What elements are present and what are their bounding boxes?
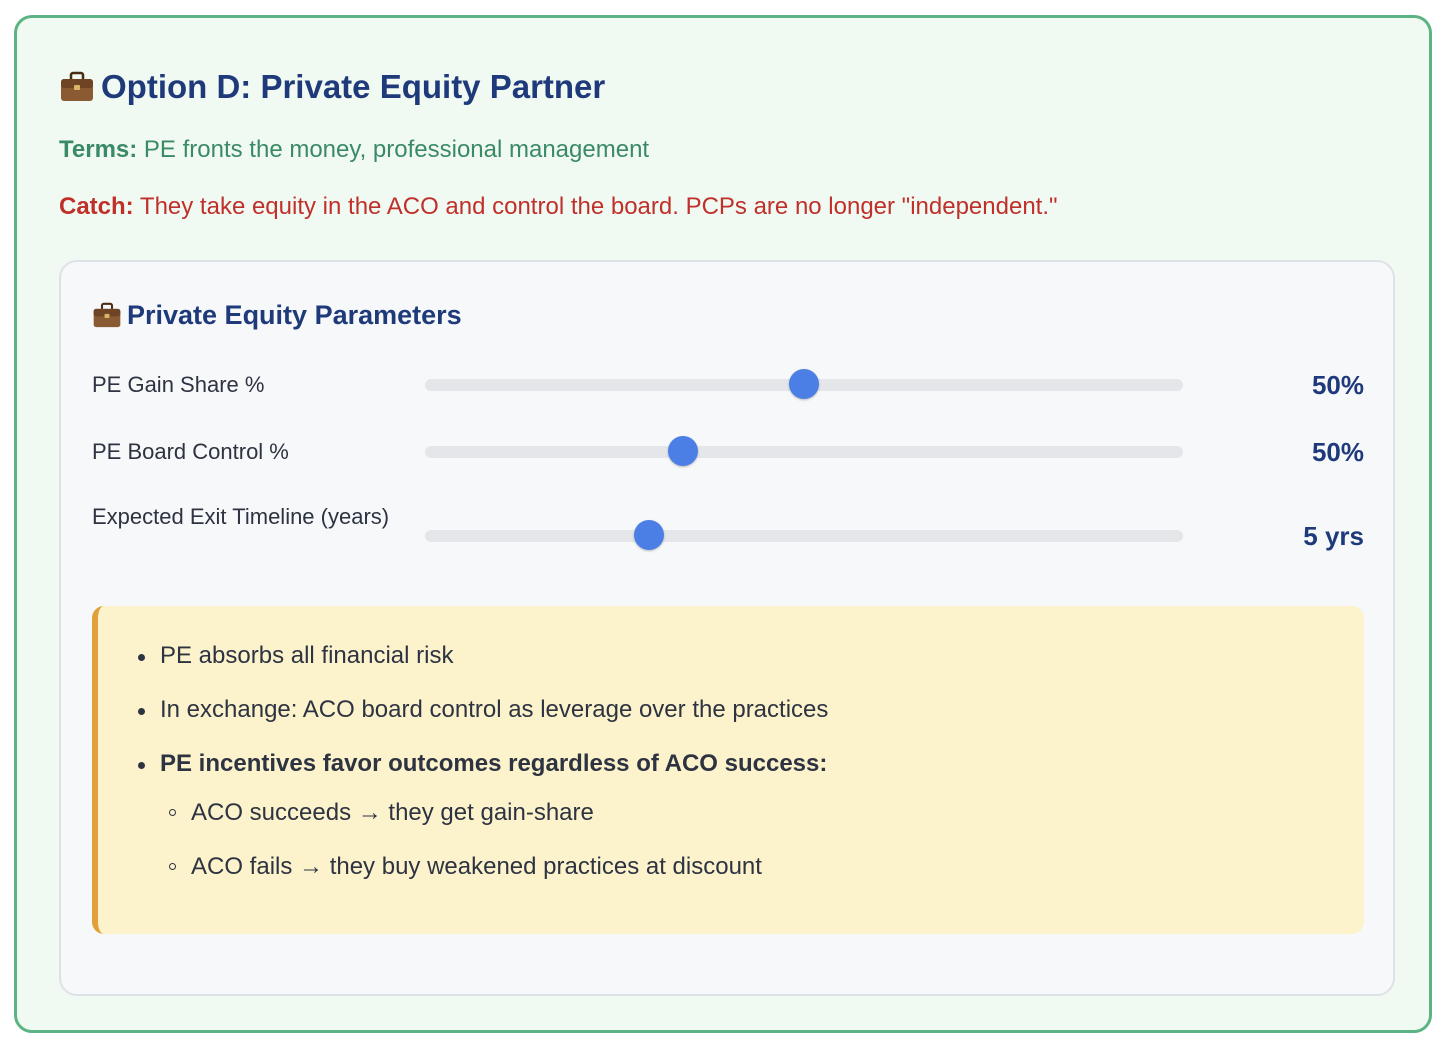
option-title: Option D: Private Equity Partner — [59, 68, 605, 106]
gain-share-slider-track[interactable] — [425, 369, 1183, 399]
list-item-text: PE absorbs all financial risk — [160, 642, 454, 669]
parameters-title: Private Equity Parameters — [92, 300, 462, 331]
exit-timeline-slider-thumb[interactable] — [633, 520, 664, 550]
bullet-dot — [138, 708, 145, 715]
slider-row-gain-share: PE Gain Share % 50% — [92, 366, 1364, 404]
sub-list-item-text: ACO fails → they buy weakened practices … — [191, 853, 762, 880]
parameters-title-text: Private Equity Parameters — [127, 300, 462, 330]
slider-row-board-control: PE Board Control % 50% — [92, 433, 1364, 471]
catch-label: Catch: — [59, 193, 134, 220]
terms-text: PE fronts the money, professional manage… — [143, 136, 650, 163]
slider-label: Expected Exit Timeline (years) — [92, 504, 390, 529]
exit-timeline-slider-track[interactable] — [425, 520, 1183, 550]
bullet-dot — [138, 762, 145, 769]
slider-label: PE Board Control % — [92, 439, 289, 464]
sub-list-item: ACO fails → they buy weakened practices … — [169, 853, 762, 881]
list-item: PE incentives favor outcomes regardless … — [138, 750, 828, 778]
parameters-panel: Private Equity Parameters PE Gain Share … — [59, 260, 1395, 996]
sub-list-item-text: ACO succeeds → they get gain-share — [191, 799, 594, 826]
slider-value: 50% — [1311, 370, 1364, 400]
bullet-dot — [138, 654, 145, 661]
briefcase-icon — [93, 302, 121, 328]
catch-text: They take equity in the ACO and control … — [139, 193, 1058, 220]
terms-line: Terms: PE fronts the money, professional… — [59, 136, 649, 164]
slider-value: 5 yrs — [1303, 521, 1364, 551]
sub-list-item: ACO succeeds → they get gain-share — [169, 799, 594, 827]
hollow-bullet — [169, 863, 176, 870]
slider-label: PE Gain Share % — [92, 372, 265, 397]
board-control-slider-thumb[interactable] — [667, 436, 698, 466]
list-item-text: In exchange: ACO board control as levera… — [160, 696, 829, 723]
list-item: In exchange: ACO board control as levera… — [138, 696, 829, 724]
slider-row-exit-timeline: Expected Exit Timeline (years) 5 yrs — [92, 498, 1364, 574]
list-item-text: PE incentives favor outcomes regardless … — [160, 750, 828, 777]
notes-callout: PE absorbs all financial risk In exchang… — [92, 606, 1364, 934]
option-title-text: Option D: Private Equity Partner — [101, 68, 606, 105]
terms-label: Terms: — [59, 136, 138, 163]
gain-share-slider-thumb[interactable] — [789, 369, 819, 399]
briefcase-icon — [61, 71, 93, 101]
list-item: PE absorbs all financial risk — [138, 642, 454, 670]
catch-line: Catch: They take equity in the ACO and c… — [59, 193, 1058, 221]
slider-value: 50% — [1311, 437, 1364, 467]
option-card: Option D: Private Equity Partner Terms: … — [14, 15, 1432, 1033]
hollow-bullet — [169, 809, 176, 816]
board-control-slider-track[interactable] — [425, 436, 1183, 466]
